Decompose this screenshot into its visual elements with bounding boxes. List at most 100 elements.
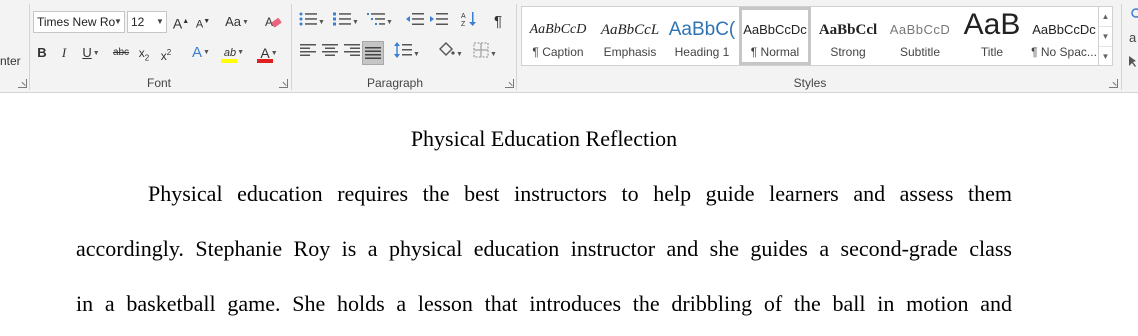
- change-case-icon: Aa: [225, 14, 241, 29]
- increase-indent-icon: [430, 13, 448, 25]
- style-sample: AaBbCcL: [600, 22, 660, 38]
- editing-group-icons[interactable]: a: [1127, 8, 1138, 68]
- change-case-button[interactable]: Aa▼: [222, 11, 252, 33]
- numbering-button[interactable]: ▼: [331, 11, 361, 33]
- style-caption[interactable]: AaBbCcD ¶ Caption: [522, 7, 594, 65]
- subscript-button[interactable]: x2: [135, 42, 153, 64]
- style-strong[interactable]: AaBbCcl Strong: [812, 7, 884, 65]
- style-subtitle[interactable]: AaBbCcD Subtitle: [884, 7, 956, 65]
- subscript-icon-digit: 2: [144, 53, 150, 63]
- font-color-swatch: [257, 59, 273, 63]
- svg-text:A: A: [461, 13, 466, 20]
- justify-icon: [365, 47, 381, 59]
- font-dialog-launcher-icon[interactable]: [279, 79, 288, 88]
- multilevel-list-icon: [367, 13, 386, 25]
- find-icon[interactable]: [1131, 8, 1138, 18]
- highlight-button[interactable]: ab▼: [218, 42, 250, 64]
- font-color-button[interactable]: A▼: [254, 42, 284, 64]
- decrease-indent-button[interactable]: [404, 11, 426, 33]
- style-name: ¶ Normal: [750, 45, 800, 59]
- group-separator: [516, 4, 517, 90]
- pilcrow-icon: ¶: [493, 13, 503, 30]
- style-emphasis[interactable]: AaBbCcL Emphasis: [594, 7, 666, 65]
- style-name: Title: [980, 45, 1004, 59]
- style-name: Strong: [830, 45, 866, 59]
- decrease-indent-icon: [406, 13, 424, 25]
- scroll-down-icon[interactable]: ▼: [1099, 27, 1112, 47]
- strikethrough-icon: abc: [112, 47, 130, 58]
- align-center-button[interactable]: [319, 42, 341, 64]
- text-effects-icon: A: [192, 44, 203, 61]
- style-heading-1[interactable]: AaBbC( Heading 1: [666, 7, 738, 65]
- text-effects-button[interactable]: A▼: [187, 42, 215, 64]
- more-styles-icon[interactable]: ▼: [1099, 47, 1112, 67]
- styles-dialog-launcher-icon[interactable]: [1109, 79, 1118, 88]
- grow-font-icon: A: [172, 15, 183, 32]
- paragraph-line: Physical education requires the best ins…: [148, 181, 1012, 206]
- borders-button[interactable]: ▼: [470, 42, 500, 64]
- eraser-icon: A: [265, 15, 282, 29]
- increase-indent-button[interactable]: [428, 11, 450, 33]
- styles-gallery-scroller[interactable]: ▲ ▼ ▼: [1099, 6, 1113, 66]
- show-formatting-marks-button[interactable]: ¶: [488, 11, 508, 33]
- clipboard-dialog-launcher-icon[interactable]: [18, 79, 27, 88]
- font-group-label: Font: [146, 76, 171, 90]
- style-sample: AaBbCcD: [889, 22, 951, 37]
- bullets-button[interactable]: ▼: [297, 11, 327, 33]
- style-normal[interactable]: AaBbCcDc ¶ Normal: [739, 7, 811, 65]
- chevron-down-icon[interactable]: ▼: [112, 12, 124, 32]
- style-sample: AaBbCcD: [529, 22, 587, 37]
- styles-group-label: Styles: [793, 76, 827, 90]
- select-cursor-icon[interactable]: [1129, 56, 1136, 67]
- style-name: ¶ Caption: [532, 45, 584, 59]
- borders-icon: [473, 42, 489, 58]
- font-size-combo[interactable]: 12 ▼: [127, 11, 167, 33]
- style-name: Heading 1: [674, 45, 730, 59]
- font-size-value: 12: [131, 15, 145, 29]
- justify-button[interactable]: [362, 41, 384, 65]
- sort-button[interactable]: AZ: [458, 11, 480, 33]
- scroll-up-icon[interactable]: ▲: [1099, 7, 1112, 27]
- superscript-button[interactable]: x2: [157, 42, 175, 64]
- style-sample: AaBbCcDc: [743, 22, 807, 37]
- multilevel-list-button[interactable]: ▼: [365, 11, 395, 33]
- style-name: ¶ No Spac...: [1031, 45, 1097, 59]
- grow-font-button[interactable]: A▲: [172, 11, 190, 33]
- style-no-spacing[interactable]: AaBbCcDc ¶ No Spac...: [1028, 7, 1098, 65]
- style-title[interactable]: AaB Title: [956, 7, 1028, 65]
- strikethrough-button[interactable]: abc: [110, 42, 132, 64]
- align-left-button[interactable]: [297, 42, 319, 64]
- style-name: Emphasis: [603, 45, 657, 59]
- highlight-color-swatch: [221, 59, 237, 63]
- paragraph-line: in a basketball game. She holds a lesson…: [76, 291, 1012, 316]
- bold-icon: B: [37, 45, 47, 60]
- style-name: Subtitle: [899, 45, 941, 59]
- style-sample: AaB: [963, 9, 1021, 41]
- underline-button[interactable]: U▼: [77, 42, 105, 64]
- italic-button[interactable]: I: [55, 42, 73, 64]
- font-name-combo[interactable]: Times New Ro ▼: [33, 11, 125, 33]
- paint-bucket-icon: [439, 42, 455, 56]
- align-center-icon: [322, 44, 338, 56]
- svg-text:A: A: [265, 15, 273, 29]
- bold-button[interactable]: B: [33, 42, 51, 64]
- chevron-down-icon[interactable]: ▼: [154, 12, 166, 32]
- align-right-button[interactable]: [341, 42, 363, 64]
- clear-formatting-button[interactable]: A: [262, 11, 284, 33]
- shrink-font-button[interactable]: A▼: [194, 11, 212, 33]
- numbered-list-icon: [333, 12, 352, 26]
- underline-icon: U: [82, 45, 92, 60]
- styles-gallery[interactable]: AaBbCcD ¶ Caption AaBbCcL Emphasis AaBbC…: [521, 6, 1099, 66]
- style-sample: AaBbC(: [668, 19, 736, 40]
- format-painter-label[interactable]: nter: [0, 54, 21, 68]
- svg-text:Z: Z: [461, 21, 466, 27]
- replace-icon[interactable]: a: [1129, 30, 1137, 45]
- highlighter-icon: ab: [223, 47, 237, 59]
- align-right-icon: [344, 44, 360, 56]
- bullet-list-icon: [299, 12, 318, 26]
- paragraph-dialog-launcher-icon[interactable]: [505, 79, 514, 88]
- line-spacing-button[interactable]: ▼: [392, 42, 422, 64]
- shading-button[interactable]: ▼: [435, 42, 465, 64]
- align-left-icon: [300, 44, 316, 56]
- document-title: Physical Education Reflection: [410, 126, 678, 151]
